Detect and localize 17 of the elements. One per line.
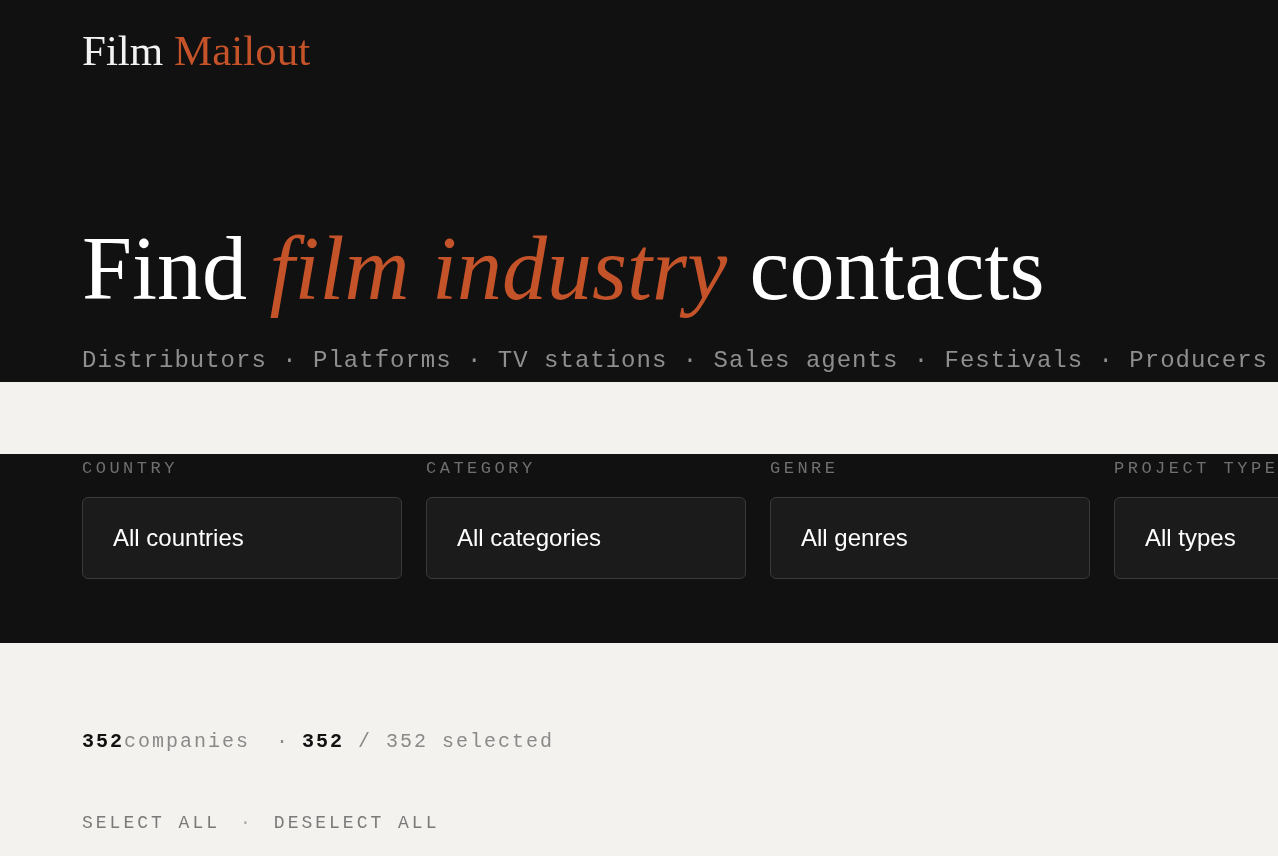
filter-label: CATEGORY (426, 459, 536, 479)
filter-label: GENRE (770, 459, 839, 479)
separator-dot: · (276, 729, 291, 755)
filter-label: PROJECT TYPE (1114, 459, 1278, 479)
brand-logo[interactable]: Film Mailout (82, 28, 311, 74)
company-count: 352companies (82, 729, 251, 755)
filter-label: COUNTRY (82, 459, 178, 479)
select-all-link[interactable]: SELECT ALL (82, 811, 221, 835)
deselect-all-link[interactable]: DESELECT ALL (273, 811, 440, 835)
dropdown-field[interactable]: All types (1114, 497, 1278, 579)
selection-count: 352 / 352 selected (302, 729, 555, 755)
category-list: Distributors · Platforms · TV stations · Sales agents · Festivals · Producers (82, 346, 1268, 376)
dropdown-field[interactable]: All categories (426, 497, 746, 579)
dropdown-field[interactable]: All countries (82, 497, 402, 579)
hero-heading: Find film industry contacts (82, 218, 1045, 320)
dropdown-field[interactable]: All genres (770, 497, 1090, 579)
separator-dot: · (240, 812, 254, 835)
